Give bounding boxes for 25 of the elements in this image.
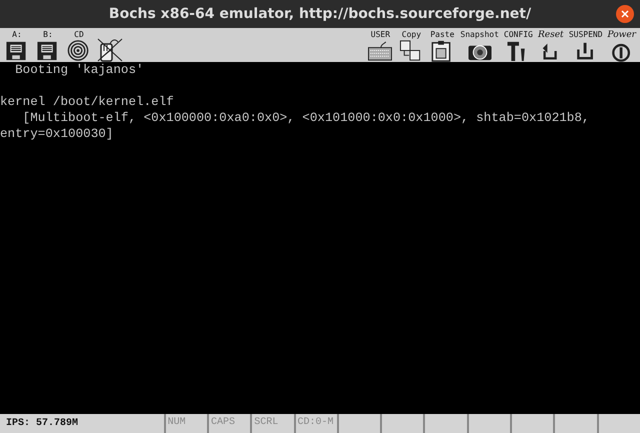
- keyboard-icon[interactable]: [367, 39, 394, 62]
- suspend-label: SUSPEND: [568, 30, 603, 39]
- close-button[interactable]: [616, 5, 634, 23]
- status-indicator: CD:0-M: [294, 414, 337, 433]
- status-indicator: NUM: [164, 414, 207, 433]
- mouse-icon[interactable]: [97, 38, 123, 62]
- console-line: [Multiboot-elf, <0x100000:0xa0:0x0>, <0x101000:0x0:0x1000>, shtab=0x1021b8,: [22, 110, 590, 126]
- status-indicator: SCRL: [250, 414, 294, 433]
- drive-label: B:: [43, 30, 53, 39]
- ips-readout: IPS: 57.789M: [5, 417, 80, 431]
- console-line: Booting 'kajanos': [14, 62, 145, 78]
- window-title: Bochs x86-64 emulator, http://bochs.sourceforge.net/: [108, 6, 532, 22]
- close-icon: [621, 10, 629, 18]
- copy-label: Copy: [402, 30, 422, 39]
- power-label: Power: [608, 30, 636, 40]
- paste-label: Paste: [430, 30, 454, 39]
- user-label: USER: [370, 30, 390, 39]
- status-indicator: CAPS: [206, 414, 250, 433]
- drive-label: A:: [12, 30, 22, 39]
- snapshot-label: Snapshot: [460, 30, 499, 39]
- drive-label: CD: [74, 30, 84, 39]
- reset-label: Reset: [538, 30, 564, 40]
- config-label: CONFIG: [504, 30, 533, 39]
- console-line: entry=0x100030]: [0, 126, 114, 142]
- console-line: kernel /boot/kernel.elf: [0, 94, 175, 110]
